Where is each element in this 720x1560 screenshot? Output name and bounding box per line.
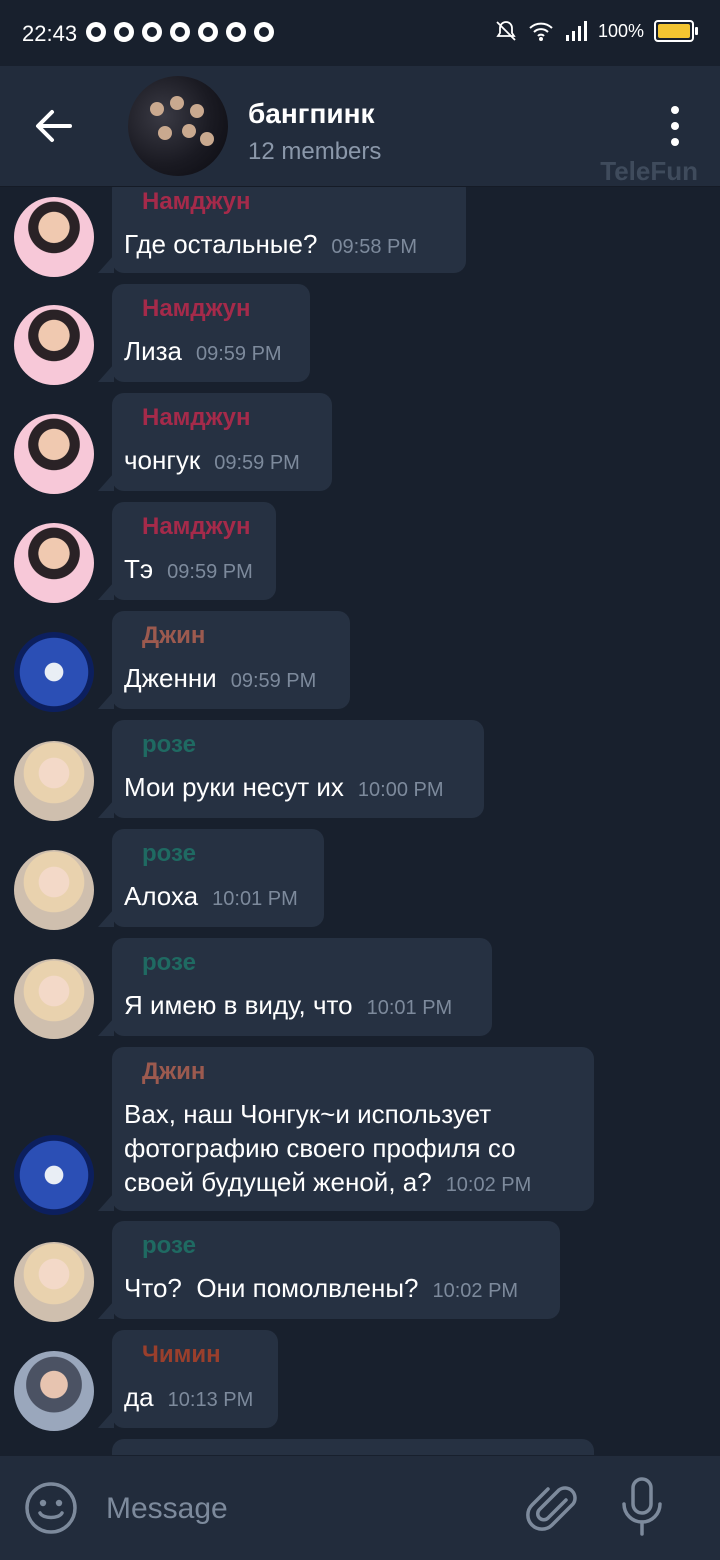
emoji-button[interactable] <box>24 1481 78 1535</box>
group-avatar[interactable] <box>128 76 228 176</box>
avatar[interactable] <box>14 741 94 821</box>
watermark: TeleFun <box>600 156 698 186</box>
message-input[interactable] <box>104 1484 508 1534</box>
sender-name[interactable]: розе <box>142 1231 544 1261</box>
message-bubble[interactable]: Чимин да 10:13 PM <box>98 1330 278 1428</box>
paperclip-icon <box>526 1486 577 1531</box>
battery-icon <box>654 20 698 42</box>
message-time: 10:00 PM <box>357 779 444 801</box>
sender-name[interactable]: Джин <box>142 621 334 651</box>
message-time: 09:58 PM <box>331 236 418 258</box>
back-button[interactable] <box>30 104 78 148</box>
message-text: Мои руки несут их <box>124 772 344 802</box>
message-bubble[interactable]: Намджун Тэ 09:59 PM <box>98 502 276 600</box>
kebab-dot <box>671 106 679 114</box>
message-time: 09:59 PM <box>195 343 282 365</box>
avatar[interactable] <box>14 1135 94 1215</box>
message-time: 10:02 PM <box>432 1280 519 1302</box>
mic-button[interactable] <box>616 1476 668 1540</box>
message-time: 10:13 PM <box>167 1389 254 1411</box>
battery-percent: 100% <box>597 20 644 41</box>
status-bar: 22:43 100% <box>0 0 720 66</box>
attach-button[interactable] <box>526 1480 582 1536</box>
signal-icon <box>565 21 587 41</box>
message-text: Лиза <box>124 336 182 366</box>
avatar[interactable] <box>14 414 94 494</box>
message-bubble[interactable]: Намджун чонгук 09:59 PM <box>98 393 332 491</box>
composer <box>0 1456 720 1560</box>
message-list[interactable]: Намджун Где остальные? 09:58 PM Намджун Л… <box>0 187 720 1455</box>
avatar[interactable] <box>14 523 94 603</box>
message-bubble[interactable]: розе Алоха 10:01 PM <box>98 829 324 927</box>
message-time: 10:02 PM <box>445 1174 532 1196</box>
message-text: Что? Они помолвлены? <box>124 1273 419 1303</box>
message-text: чонгук <box>124 445 201 475</box>
messenger-icon <box>86 22 106 42</box>
message-bubble[interactable]: розе Я имею в виду, что 10:01 PM <box>98 938 492 1036</box>
status-time: 22:43 <box>22 21 78 46</box>
message-bubble[interactable]: Намджун Лиза 09:59 PM <box>98 284 310 382</box>
sender-name[interactable]: Джин <box>142 1057 578 1087</box>
message-text: Тэ <box>124 554 154 584</box>
sender-name[interactable]: Намджун <box>142 294 294 324</box>
smiley-icon <box>25 1482 77 1534</box>
message-text: да <box>124 1382 154 1412</box>
chrome-icon <box>170 22 190 42</box>
bell-muted-icon <box>496 21 516 41</box>
notification-icons <box>86 22 274 42</box>
avatar[interactable] <box>14 1242 94 1322</box>
avatar[interactable] <box>14 1351 94 1431</box>
avatar[interactable] <box>14 850 94 930</box>
microphone-icon <box>622 1477 662 1536</box>
chrome-icon <box>142 22 162 42</box>
sender-name[interactable]: Намджун <box>142 187 450 217</box>
message-time: 09:59 PM <box>214 452 300 474</box>
chat-title[interactable]: бангпинк <box>248 98 375 130</box>
sender-name[interactable]: розе <box>142 839 308 869</box>
status-right: 100% <box>494 19 698 43</box>
message-time: 09:59 PM <box>230 670 317 692</box>
message-text: Алоха <box>124 881 199 911</box>
message-time: 09:59 PM <box>167 561 253 583</box>
kebab-dot <box>671 122 679 130</box>
kebab-dot <box>671 138 679 146</box>
sender-name[interactable]: Намджун <box>142 512 260 542</box>
sender-name[interactable]: розе <box>142 948 476 978</box>
message-time: 10:01 PM <box>366 997 453 1019</box>
sender-name[interactable]: розе <box>142 730 468 760</box>
message-bubble-partial[interactable] <box>112 1439 594 1455</box>
avatar[interactable] <box>14 305 94 385</box>
sender-name[interactable]: Чимин <box>142 1340 262 1370</box>
message-time: 10:01 PM <box>212 888 298 910</box>
arrow-left-icon <box>36 110 72 142</box>
chrome-icon <box>114 22 134 42</box>
message-bubble[interactable]: розе Что? Они помолвлены? 10:02 PM <box>98 1221 560 1319</box>
message-bubble[interactable]: Джин Вах, наш Чонгук~и использует фотогр… <box>98 1047 594 1211</box>
wifi-icon <box>529 22 553 41</box>
more-menu-button[interactable] <box>660 106 690 146</box>
avatar[interactable] <box>14 959 94 1039</box>
sender-name[interactable]: Намджун <box>142 403 316 433</box>
message-text: Дженни <box>124 663 217 693</box>
message-bubble[interactable]: Джин Дженни 09:59 PM <box>98 611 350 709</box>
chrome-icon <box>254 22 274 42</box>
avatar[interactable] <box>14 632 94 712</box>
chrome-icon <box>226 22 246 42</box>
avatar[interactable] <box>14 197 94 277</box>
message-text: Где остальные? <box>124 229 318 259</box>
message-text: Я имею в виду, что <box>124 990 353 1020</box>
message-bubble[interactable]: Намджун Где остальные? 09:58 PM <box>98 187 466 273</box>
chrome-icon <box>198 22 218 42</box>
message-bubble[interactable]: розе Мои руки несут их 10:00 PM <box>98 720 484 818</box>
members-count: 12 members <box>248 138 382 165</box>
